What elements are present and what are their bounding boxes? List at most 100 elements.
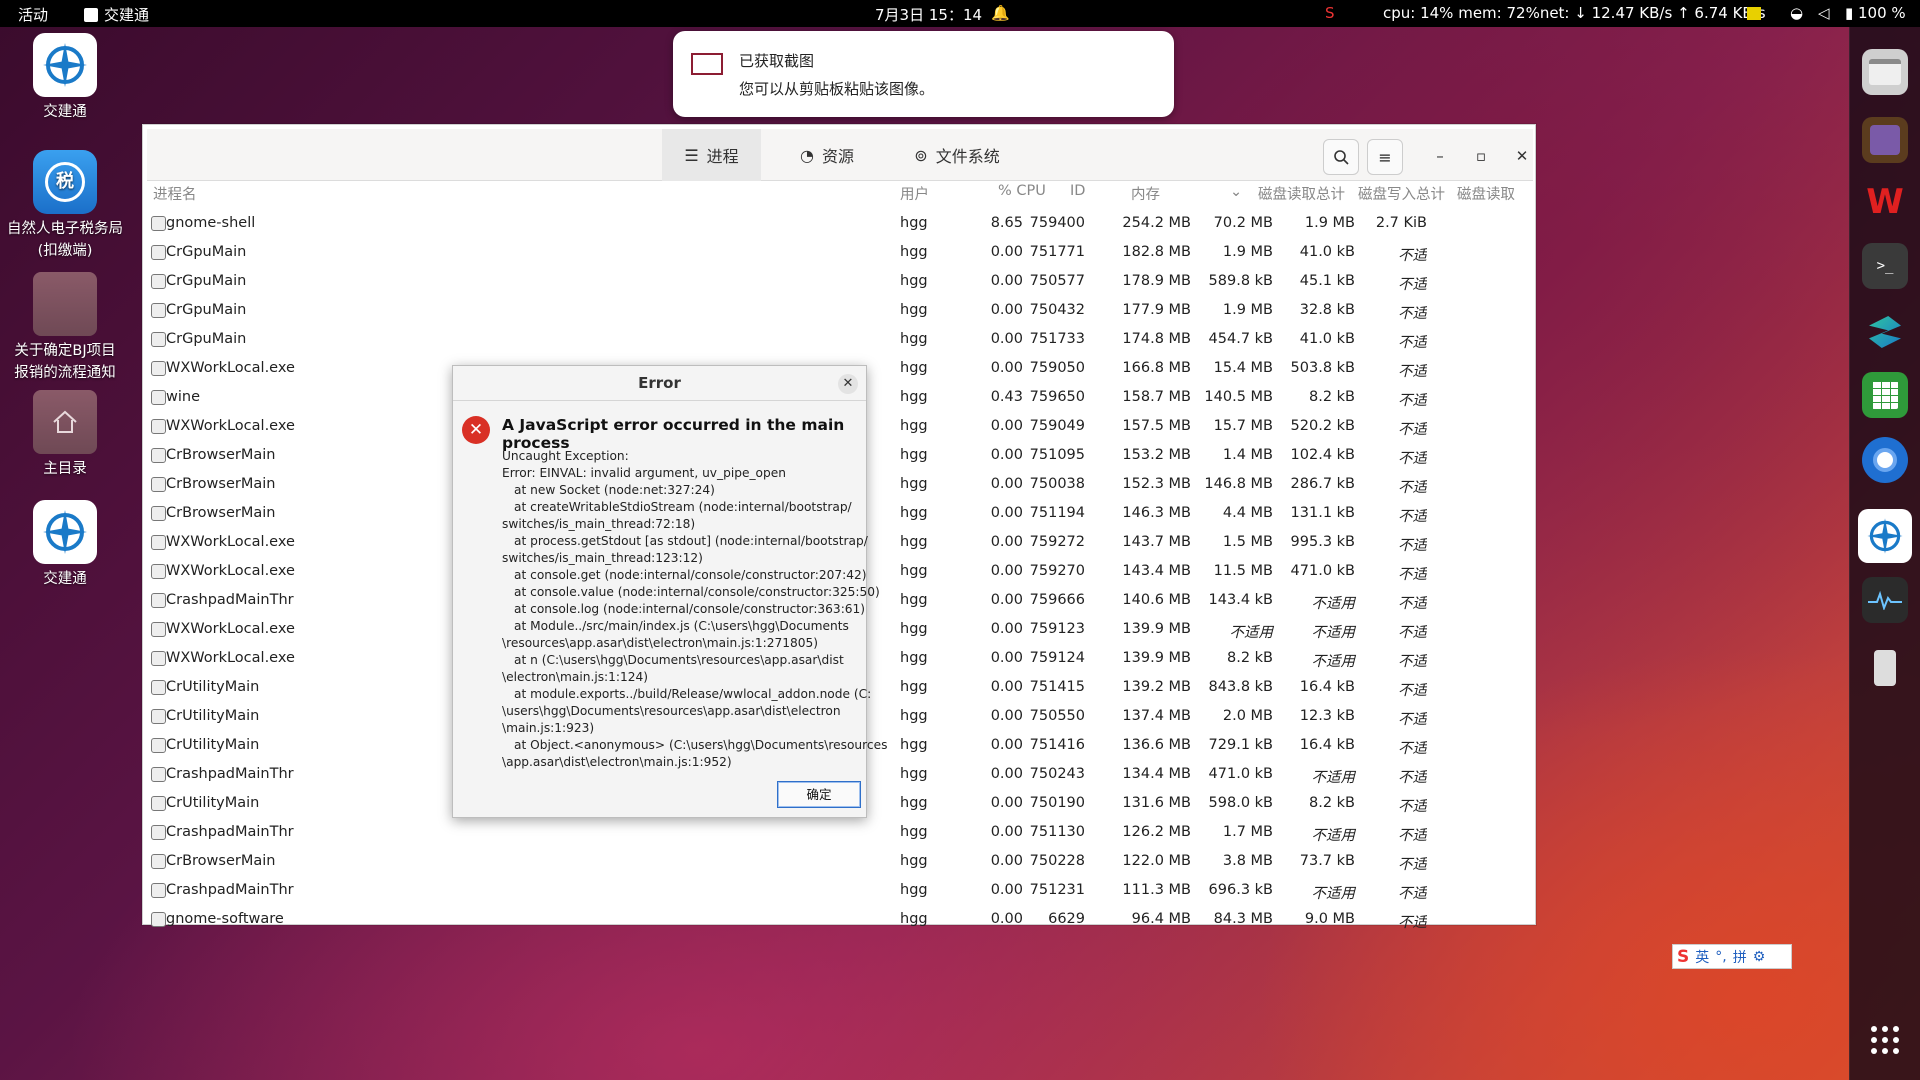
close-button[interactable]: ✕: [1509, 143, 1535, 169]
process-id: 750243: [1029, 766, 1085, 782]
chromium-icon[interactable]: [1862, 437, 1908, 483]
search-button[interactable]: [1323, 139, 1359, 175]
usb-icon[interactable]: [1862, 645, 1908, 691]
show-apps-icon[interactable]: [1862, 1017, 1908, 1063]
gauge-icon: ◔: [800, 145, 814, 165]
settings-icon[interactable]: ⚙: [1753, 949, 1766, 965]
spreadsheet-icon[interactable]: [1862, 372, 1908, 418]
ok-button[interactable]: 确定: [777, 781, 861, 808]
sogou-tray-icon[interactable]: S: [1325, 4, 1335, 22]
files-icon[interactable]: [1862, 49, 1908, 95]
desktop-icon-home[interactable]: 主目录: [0, 390, 130, 480]
tab-label: 进程: [706, 147, 739, 166]
process-disk-write-total: 73.7 kB: [1299, 853, 1355, 869]
screenshot-notification[interactable]: 已获取截图 您可以从剪贴板粘贴该图像。: [673, 31, 1174, 117]
desktop-icon-folder[interactable]: 关于确定BJ项目 报销的流程通知: [0, 272, 130, 384]
error-line: at console.value (node:internal/console/…: [514, 585, 880, 599]
process-user: hgg: [900, 708, 928, 724]
process-name: WXWorkLocal.exe: [166, 418, 295, 434]
column-id[interactable]: ID: [1070, 183, 1085, 209]
jiaojiantong-icon: [33, 33, 97, 97]
process-disk-read-total: 146.8 MB: [1204, 476, 1273, 492]
minimize-button[interactable]: –: [1427, 143, 1453, 169]
tab-processes[interactable]: ☰ 进程: [662, 129, 761, 181]
process-cpu: 0.00: [990, 244, 1023, 260]
table-row[interactable]: CrGpuMain hgg 0.00 751733 174.8 MB 454.7 kB 41…: [147, 325, 1533, 354]
tab-resources[interactable]: ◔ 资源: [777, 129, 877, 181]
process-name: WXWorkLocal.exe: [166, 650, 295, 666]
dialog-close-button[interactable]: ✕: [838, 374, 858, 394]
menu-button[interactable]: ≡: [1367, 139, 1403, 175]
maximize-button[interactable]: ▫: [1468, 143, 1494, 169]
process-cpu: 0.00: [990, 621, 1023, 637]
table-row[interactable]: CrGpuMain hgg 0.00 750577 178.9 MB 589.8 kB 45…: [147, 267, 1533, 296]
process-memory: 158.7 MB: [1122, 389, 1191, 405]
bell-icon[interactable]: 🔔: [991, 4, 1010, 22]
process-disk-write-total: 16.4 kB: [1299, 679, 1355, 695]
process-disk-write-total: 不适用: [1311, 770, 1356, 786]
system-monitor-indicator[interactable]: cpu: 14% mem: 72%net: ↓ 12.47 KB/s ↑ 6.7…: [1383, 4, 1766, 22]
punctuation-icon[interactable]: °,: [1715, 949, 1726, 965]
tab-filesystems[interactable]: ⊚ 文件系统: [892, 129, 1022, 181]
ime-mode[interactable]: 拼: [1733, 947, 1747, 967]
table-row[interactable]: CrashpadMainThr hgg 0.00 751130 126.2 MB 1.7 …: [147, 818, 1533, 847]
process-disk-read: 不适: [1398, 857, 1427, 873]
system-monitor-icon[interactable]: [1862, 577, 1908, 623]
process-disk-read-total: 84.3 MB: [1213, 911, 1273, 927]
error-line: switches/is_main_thread:72:18): [502, 517, 696, 531]
process-disk-read: 不适: [1398, 567, 1427, 583]
process-user: hgg: [900, 476, 928, 492]
table-row[interactable]: CrashpadMainThr hgg 0.00 751231 111.3 MB 696.…: [147, 876, 1533, 905]
jiaojiantong-icon[interactable]: [1858, 509, 1912, 563]
process-icon: [151, 535, 166, 550]
process-disk-read: 2.7 KiB: [1375, 215, 1427, 231]
process-cpu: 0.00: [990, 766, 1023, 782]
column-memory[interactable]: 内存 ⌄: [1131, 183, 1242, 209]
desktop-icon-label: 自然人电子税务局 (扣缴端): [7, 221, 123, 259]
app-menu[interactable]: 交建通: [84, 4, 149, 25]
column-user[interactable]: 用户: [900, 183, 929, 209]
column-disk-write-total[interactable]: 磁盘写入总计: [1358, 183, 1445, 209]
activities-button[interactable]: 活动: [18, 4, 48, 25]
desktop-icon-jiaojiantong[interactable]: 交建通: [0, 33, 130, 123]
process-disk-write-total: 12.3 kB: [1299, 708, 1355, 724]
table-row[interactable]: gnome-shell hgg 8.65 759400 254.2 MB 70.2 MB 1…: [147, 209, 1533, 238]
column-disk-read-total[interactable]: 磁盘读取总计: [1258, 183, 1345, 209]
process-user: hgg: [900, 679, 928, 695]
error-line: \main.js:1:923): [502, 721, 595, 735]
process-disk-read-total: 1.4 MB: [1222, 447, 1273, 463]
desktop-icon-tax[interactable]: 税 自然人电子税务局 (扣缴端): [0, 150, 130, 262]
process-cpu: 0.00: [990, 563, 1023, 579]
process-name: WXWorkLocal.exe: [166, 563, 295, 579]
volume-icon[interactable]: ◁: [1818, 4, 1830, 22]
table-row[interactable]: gnome-software hgg 0.00 6629 96.4 MB 84.3 MB 9…: [147, 905, 1533, 934]
table-row[interactable]: CrGpuMain hgg 0.00 751771 182.8 MB 1.9 MB 41.0…: [147, 238, 1533, 267]
terminal-icon[interactable]: >_: [1862, 243, 1908, 289]
desktop-icon-jiaojiantong-2[interactable]: 交建通: [0, 500, 130, 590]
clock[interactable]: 7月3日 15：14: [875, 4, 982, 25]
process-disk-read-total: 11.5 MB: [1213, 563, 1273, 579]
battery-icon[interactable]: ▮: [1845, 4, 1853, 22]
table-row[interactable]: CrGpuMain hgg 0.00 750432 177.9 MB 1.9 MB 32.8…: [147, 296, 1533, 325]
process-id: 751095: [1029, 447, 1085, 463]
column-name[interactable]: 进程名: [153, 183, 197, 209]
notes-tray-icon[interactable]: [1747, 7, 1761, 20]
column-disk-read[interactable]: 磁盘读取: [1457, 183, 1515, 209]
process-cpu: 0.00: [990, 679, 1023, 695]
ime-toolbar[interactable]: S 英 °, 拼 ⚙: [1672, 944, 1792, 969]
table-row[interactable]: CrBrowserMain hgg 0.00 750228 122.0 MB 3.8 MB…: [147, 847, 1533, 876]
process-user: hgg: [900, 331, 928, 347]
column-cpu[interactable]: % CPU: [998, 183, 1046, 209]
app-icon[interactable]: [1862, 309, 1908, 355]
process-cpu: 8.65: [990, 215, 1023, 231]
process-cpu: 0.00: [990, 360, 1023, 376]
process-cpu: 0.00: [990, 795, 1023, 811]
wps-icon[interactable]: W: [1862, 179, 1908, 225]
process-name: CrBrowserMain: [166, 447, 276, 463]
calendar-icon[interactable]: [1862, 117, 1908, 163]
error-line: at console.get (node:internal/console/co…: [514, 568, 867, 582]
process-icon: [151, 825, 166, 840]
wifi-icon[interactable]: ◒: [1790, 4, 1803, 22]
ime-lang[interactable]: 英: [1695, 947, 1709, 967]
process-memory: 136.6 MB: [1122, 737, 1191, 753]
